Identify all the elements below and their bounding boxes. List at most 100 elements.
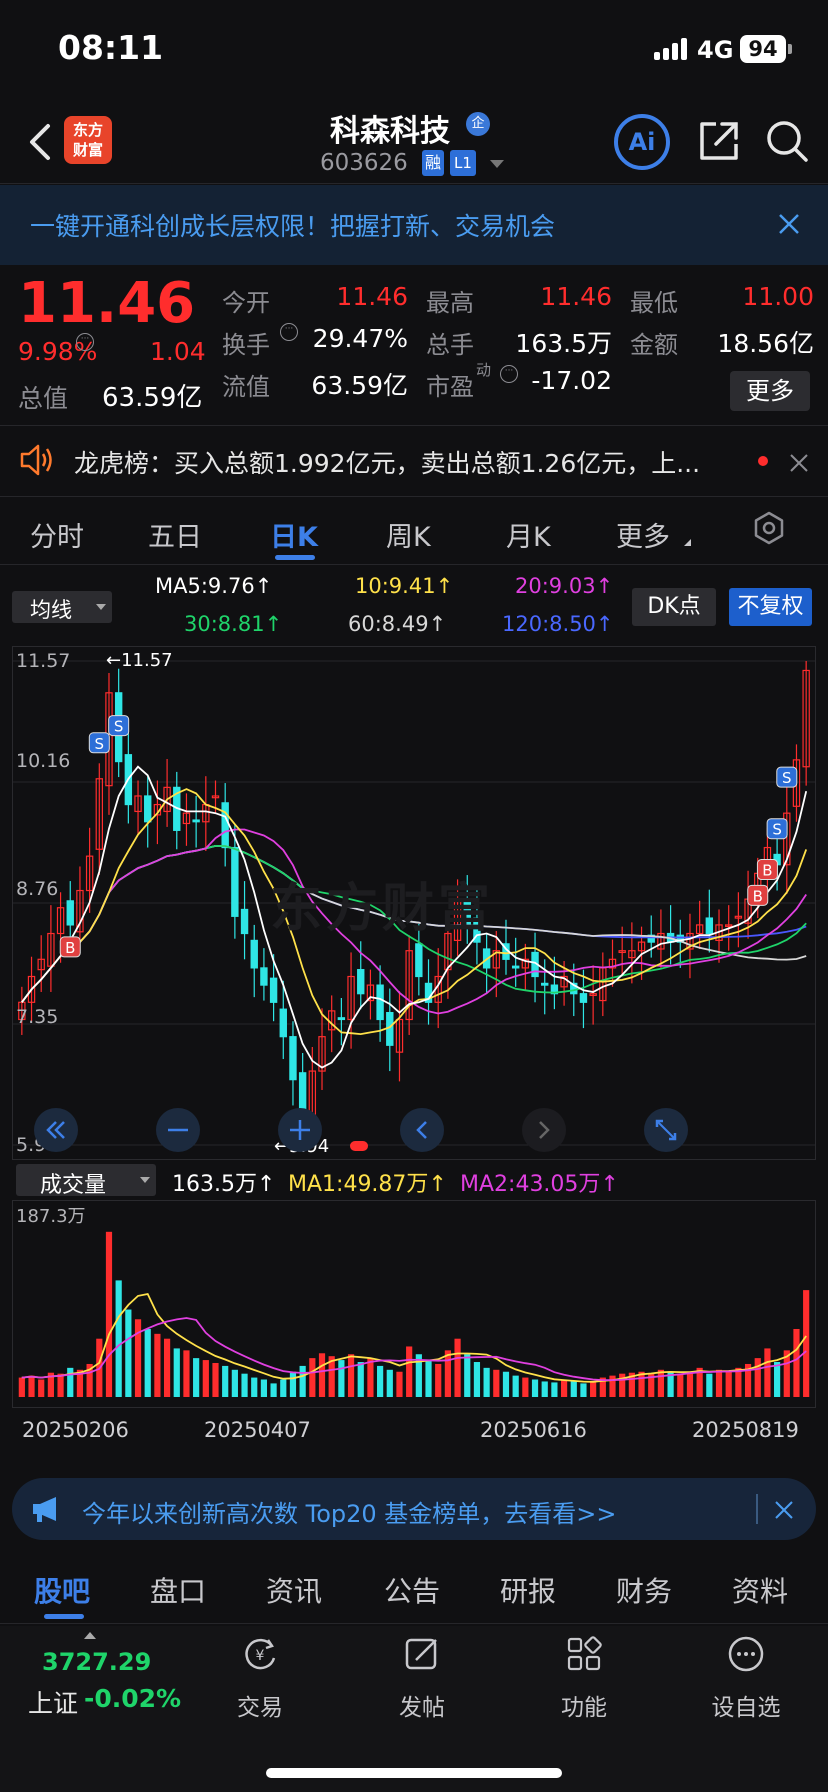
tab-intraday[interactable]: 分时 bbox=[30, 515, 84, 554]
dk-point-button[interactable]: DK点 bbox=[632, 588, 716, 626]
tab-financials[interactable]: 财务 bbox=[616, 1570, 672, 1610]
indicator-select-label: 均线 bbox=[30, 598, 72, 622]
volume-bar bbox=[357, 1362, 364, 1397]
volume-bar bbox=[435, 1363, 442, 1397]
info-icon[interactable]: ··· bbox=[280, 323, 298, 341]
market-cap-label: 总值 bbox=[18, 384, 69, 413]
volume-bar bbox=[551, 1382, 558, 1397]
back-arrow-icon[interactable] bbox=[26, 120, 56, 164]
sell-marker[interactable]: S bbox=[88, 732, 110, 754]
scroll-left-button[interactable] bbox=[400, 1108, 444, 1152]
functions-button[interactable]: 功能 bbox=[524, 1634, 644, 1722]
buy-marker[interactable]: B bbox=[747, 884, 769, 906]
tab-monthly-k[interactable]: 月K bbox=[506, 515, 551, 554]
tab-more[interactable]: 更多 bbox=[616, 515, 670, 554]
volume-indicator-select[interactable]: 成交量 bbox=[16, 1164, 156, 1198]
buy-marker[interactable]: B bbox=[756, 859, 778, 881]
scroll-left-fast-button[interactable] bbox=[34, 1108, 78, 1152]
gear-icon[interactable] bbox=[752, 511, 786, 545]
close-icon[interactable] bbox=[774, 1500, 794, 1520]
stock-name: 科森科技 bbox=[330, 114, 450, 149]
home-indicator[interactable] bbox=[266, 1768, 562, 1778]
tab-announcements[interactable]: 公告 bbox=[384, 1570, 440, 1610]
index-value[interactable]: 3727.29 bbox=[42, 1648, 151, 1676]
ai-assistant-icon[interactable]: Ai bbox=[614, 114, 670, 170]
stock-code: 603626 bbox=[320, 150, 408, 176]
volume-bar bbox=[125, 1309, 132, 1397]
no-adjust-button[interactable]: 不复权 bbox=[729, 588, 812, 626]
candle-body bbox=[240, 908, 249, 935]
tab-daily-k[interactable]: 日K bbox=[270, 515, 318, 554]
candle-body bbox=[705, 917, 714, 935]
sell-marker[interactable]: S bbox=[108, 715, 130, 737]
tab-research[interactable]: 研报 bbox=[500, 1570, 556, 1610]
float-cap-value: 63.59亿 bbox=[311, 371, 408, 400]
index-name[interactable]: 上证 bbox=[28, 1684, 78, 1720]
volume-bar bbox=[38, 1379, 45, 1397]
ma20-value: 20:9.03↑ bbox=[515, 574, 614, 598]
fullscreen-button[interactable] bbox=[644, 1108, 688, 1152]
ma60-value: 60:8.49↑ bbox=[348, 612, 447, 636]
volume-bar bbox=[377, 1365, 384, 1397]
volume-svg bbox=[18, 1231, 810, 1397]
tab-news[interactable]: 资讯 bbox=[266, 1570, 322, 1610]
tab-weekly-k[interactable]: 周K bbox=[386, 515, 431, 554]
search-icon[interactable] bbox=[764, 118, 810, 164]
buy-marker[interactable]: B bbox=[59, 936, 81, 958]
volume-chart[interactable] bbox=[12, 1200, 816, 1408]
eastmoney-logo[interactable]: 东方 财富 bbox=[64, 116, 112, 164]
zoom-out-button[interactable] bbox=[156, 1108, 200, 1152]
candle-body bbox=[144, 795, 152, 823]
svg-text:B: B bbox=[65, 939, 75, 957]
add-watchlist-button[interactable]: 设自选 bbox=[686, 1634, 806, 1722]
status-time: 08:11 bbox=[58, 28, 164, 67]
fund-promo-banner[interactable]: 今年以来创新高次数 Top20 基金榜单，去看看>> bbox=[12, 1478, 816, 1540]
plus-icon bbox=[290, 1120, 310, 1140]
tab-forum[interactable]: 股吧 bbox=[34, 1570, 90, 1610]
indicator-select[interactable]: 均线 bbox=[12, 591, 112, 623]
zoom-in-button[interactable] bbox=[278, 1108, 322, 1152]
volume-bar bbox=[512, 1375, 519, 1397]
chevron-up-icon[interactable] bbox=[84, 1632, 96, 1639]
sell-marker[interactable]: S bbox=[766, 818, 788, 840]
scroll-right-button[interactable] bbox=[522, 1108, 566, 1152]
volume-bar bbox=[464, 1354, 471, 1397]
volume-bar bbox=[212, 1362, 219, 1397]
notice-text: 一键开通科创成长层权限！把握打新、交易机会 bbox=[30, 212, 556, 241]
volume-bar bbox=[725, 1371, 732, 1397]
x-date-label: 20250616 bbox=[480, 1418, 587, 1442]
volume-bar bbox=[222, 1365, 229, 1397]
close-icon[interactable] bbox=[788, 452, 810, 474]
post-button[interactable]: 发帖 bbox=[362, 1634, 482, 1722]
more-quote-button[interactable]: 更多 bbox=[730, 371, 810, 411]
amount-value: 18.56亿 bbox=[717, 329, 814, 358]
volume-bar bbox=[803, 1290, 810, 1397]
trade-button[interactable]: ¥ 交易 bbox=[200, 1634, 320, 1722]
low-value: 11.00 bbox=[742, 282, 814, 311]
volume-bar bbox=[386, 1369, 393, 1397]
candle-body bbox=[376, 984, 384, 1021]
candle-body bbox=[415, 943, 423, 978]
svg-text:B: B bbox=[762, 862, 772, 880]
code-dropdown-icon[interactable] bbox=[490, 160, 504, 168]
volume-bar bbox=[706, 1373, 713, 1397]
tab-five-day[interactable]: 五日 bbox=[148, 515, 202, 554]
y-axis-label: 10.16 bbox=[16, 750, 71, 772]
dragon-tiger-list-ticker[interactable]: 龙虎榜：买入总额1.992亿元，卖出总额1.26亿元，上... bbox=[0, 425, 828, 497]
enterprise-badge: 企 bbox=[466, 112, 490, 136]
index-change[interactable]: -0.02% bbox=[84, 1684, 181, 1713]
quote-panel: 11.46 9.98% 1.04 总值 ··· 63.59亿 今开 11.46 … bbox=[0, 265, 828, 425]
permission-notice-banner[interactable]: 一键开通科创成长层权限！把握打新、交易机会 bbox=[0, 185, 828, 265]
candle-body bbox=[289, 1036, 297, 1081]
chevron-down-icon bbox=[140, 1177, 150, 1183]
volume-bar bbox=[580, 1383, 587, 1397]
volume-bar bbox=[163, 1338, 171, 1397]
candle-body bbox=[192, 819, 200, 823]
y-axis-label: 7.35 bbox=[16, 1006, 59, 1028]
tab-profile[interactable]: 资料 bbox=[732, 1570, 788, 1610]
sell-marker[interactable]: S bbox=[776, 766, 798, 788]
close-icon[interactable] bbox=[774, 209, 804, 239]
info-icon[interactable]: ··· bbox=[76, 333, 94, 351]
share-icon[interactable] bbox=[696, 118, 742, 164]
tab-orderbook[interactable]: 盘口 bbox=[150, 1570, 206, 1610]
